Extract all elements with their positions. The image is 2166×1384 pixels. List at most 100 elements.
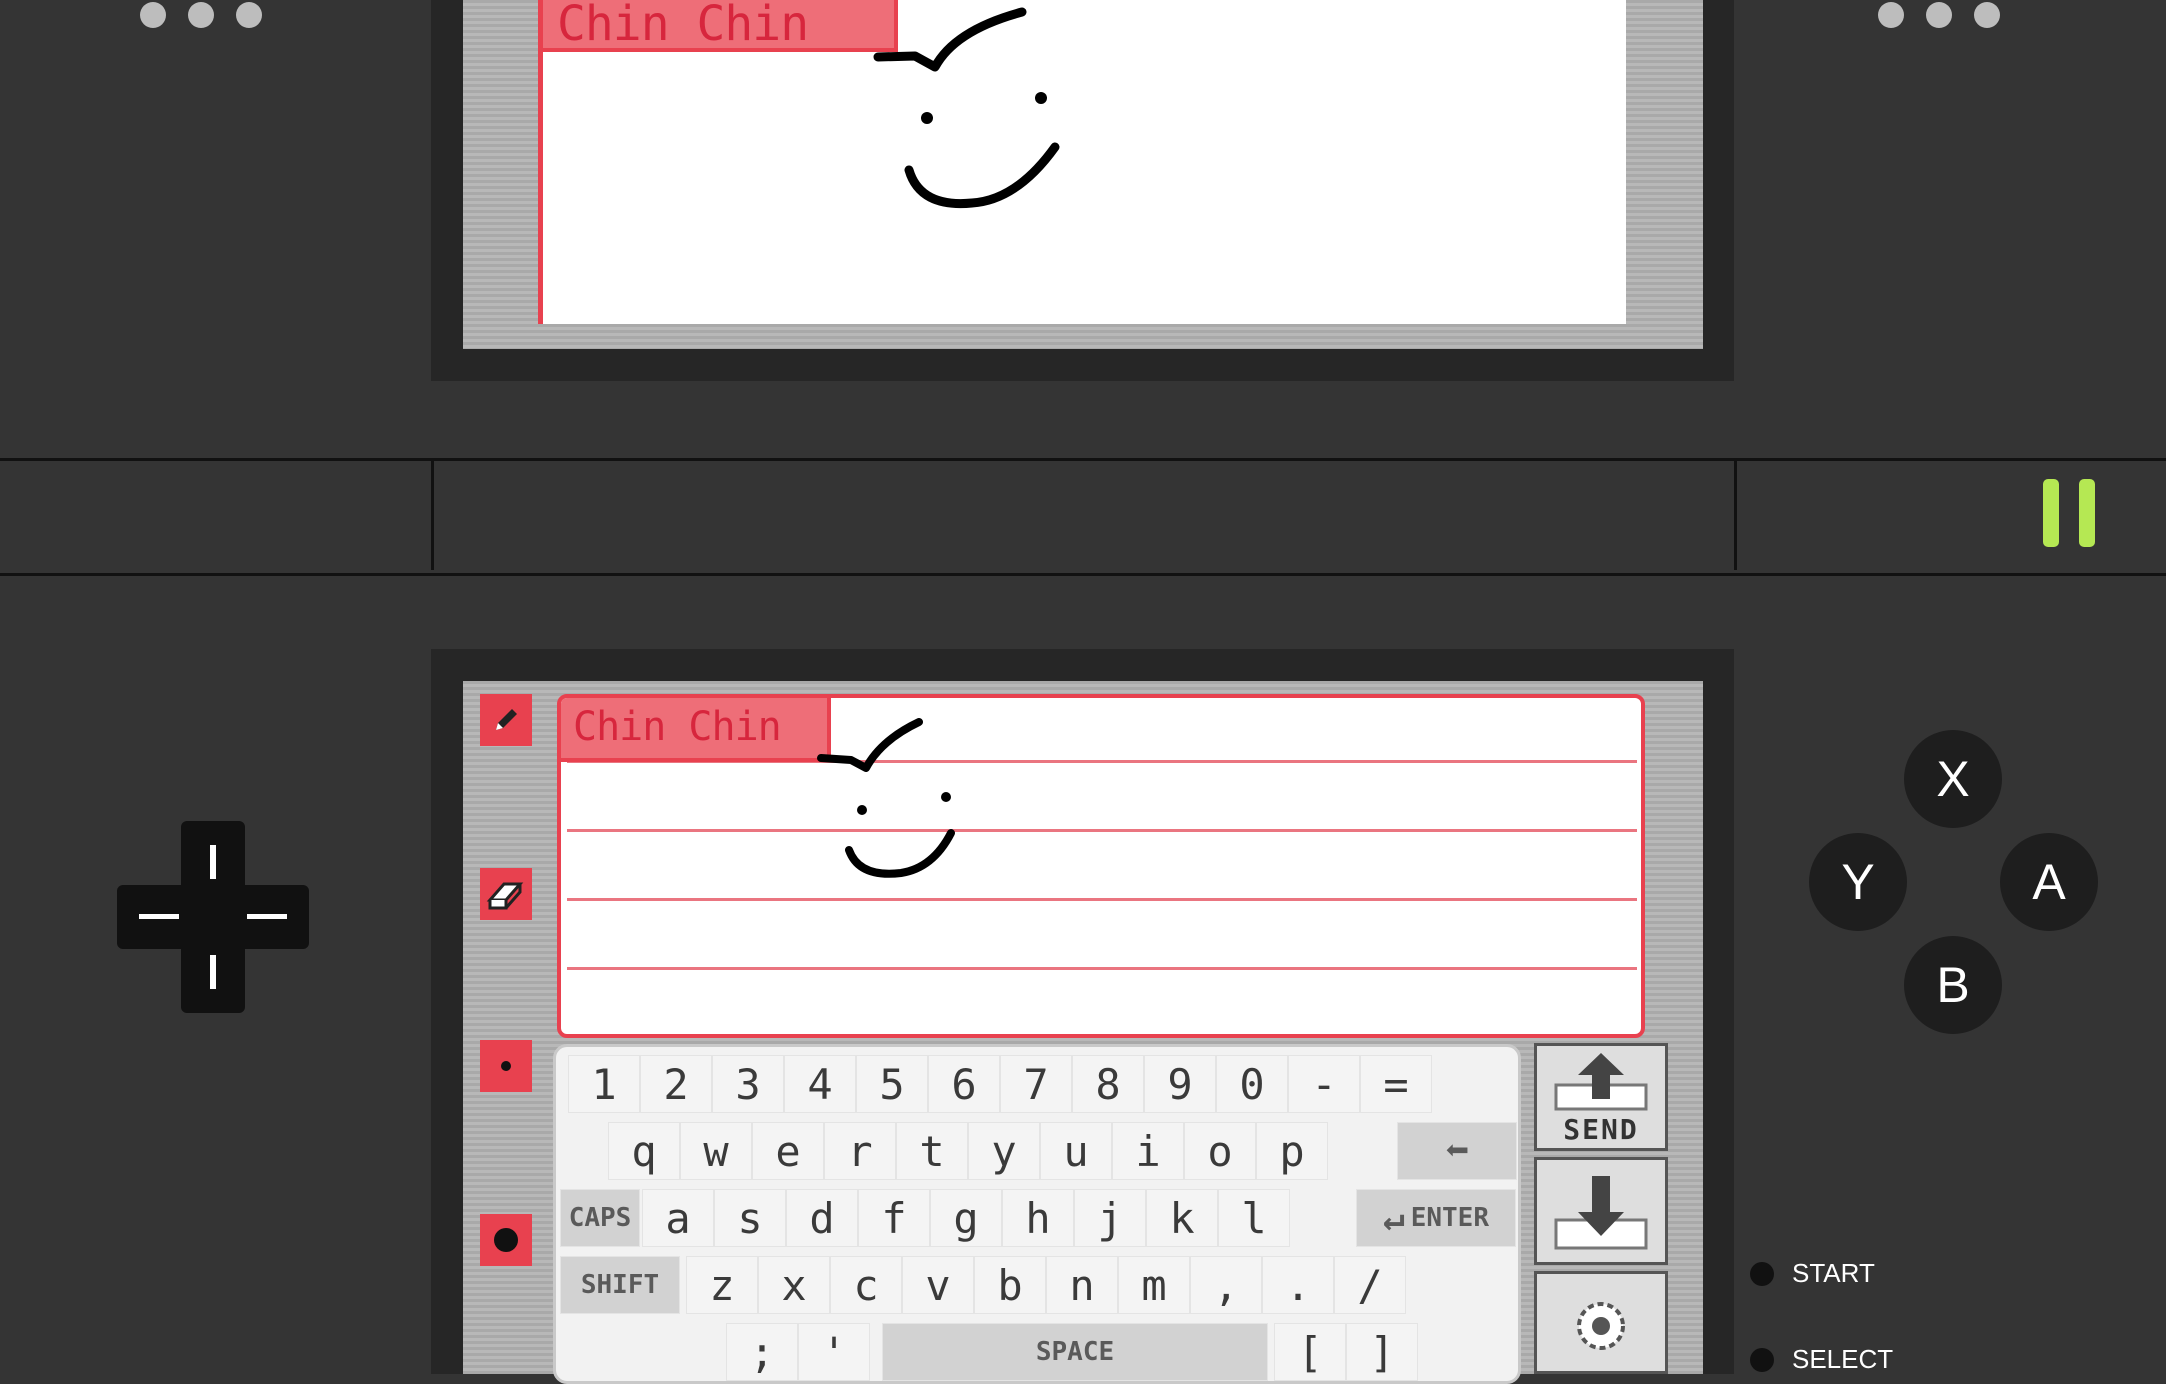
key-row5-0[interactable]: ; xyxy=(726,1323,798,1381)
key-row1-2[interactable]: 3 xyxy=(712,1055,784,1113)
key-row3-5[interactable]: h xyxy=(1002,1189,1074,1247)
menu-dots-right[interactable] xyxy=(1878,2,2000,28)
caps-key[interactable]: CAPS xyxy=(560,1189,640,1247)
gear-icon xyxy=(1577,1301,1625,1350)
pencil-icon xyxy=(496,709,517,730)
start-button[interactable]: START xyxy=(1750,1258,1875,1289)
key-row3-2[interactable]: d xyxy=(786,1189,858,1247)
middle-separator-left xyxy=(431,458,434,570)
key-row3-3[interactable]: f xyxy=(858,1189,930,1247)
key-row2-2[interactable]: e xyxy=(752,1122,824,1180)
key-row3-0[interactable]: a xyxy=(642,1189,714,1247)
send-icon xyxy=(1554,1052,1648,1110)
key-row3-7[interactable]: k xyxy=(1146,1189,1218,1247)
enter-icon: ↵ xyxy=(1383,1197,1405,1239)
key-row4-9[interactable]: / xyxy=(1334,1256,1406,1314)
key-row1-1[interactable]: 2 xyxy=(640,1055,712,1113)
key-row5-1[interactable]: ' xyxy=(798,1323,870,1381)
dpad-up-icon[interactable] xyxy=(210,845,216,879)
key-row3-1[interactable]: s xyxy=(714,1189,786,1247)
y-button[interactable]: Y xyxy=(1809,833,1907,931)
note-canvas[interactable]: Chin Chin xyxy=(557,694,1645,1038)
dot xyxy=(140,2,166,28)
key-row1-9[interactable]: 0 xyxy=(1216,1055,1288,1113)
key-row1-6[interactable]: 7 xyxy=(1000,1055,1072,1113)
a-button[interactable]: A xyxy=(2000,833,2098,931)
pause-icon-bar xyxy=(2043,479,2059,547)
select-button[interactable]: SELECT xyxy=(1750,1344,1893,1375)
x-button[interactable]: X xyxy=(1904,730,2002,828)
key-row4-5[interactable]: n xyxy=(1046,1256,1118,1314)
key-row1-7[interactable]: 8 xyxy=(1072,1055,1144,1113)
menu-dots-left[interactable] xyxy=(140,2,262,28)
dpad[interactable] xyxy=(117,821,309,1013)
enter-key[interactable]: ↵ ENTER xyxy=(1356,1189,1516,1247)
keyboard: 1 2 3 4 5 6 7 8 9 0- = qwertyuiop ⬅ CAPS asdfghjkl… xyxy=(553,1044,1521,1384)
bracket-close-key[interactable]: ] xyxy=(1346,1323,1418,1381)
key-row2-4[interactable]: t xyxy=(896,1122,968,1180)
receive-button[interactable] xyxy=(1534,1157,1668,1265)
key-row3-6[interactable]: j xyxy=(1074,1189,1146,1247)
shift-label: SHIFT xyxy=(580,1270,660,1300)
top-note-title: Chin Chin xyxy=(543,0,898,52)
key-row2-3[interactable]: r xyxy=(824,1122,896,1180)
key-row4-3[interactable]: v xyxy=(902,1256,974,1314)
a-label: A xyxy=(2032,854,2066,910)
key-row2-1[interactable]: w xyxy=(680,1122,752,1180)
b-label: B xyxy=(1936,957,1970,1013)
dpad-left-icon[interactable] xyxy=(139,914,179,919)
settings-button[interactable] xyxy=(1534,1271,1668,1374)
keyboard-row-bottom: z x c v b n m,. / xyxy=(686,1256,1406,1314)
space-key[interactable]: SPACE xyxy=(882,1323,1268,1381)
key-row2-0[interactable]: q xyxy=(608,1122,680,1180)
key-row1-3[interactable]: 4 xyxy=(784,1055,856,1113)
key-row3-8[interactable]: l xyxy=(1218,1189,1290,1247)
eraser-tool-button[interactable] xyxy=(480,868,532,920)
start-label: START xyxy=(1792,1258,1875,1288)
key-row4-4[interactable]: b xyxy=(974,1256,1046,1314)
enter-label: ENTER xyxy=(1410,1203,1489,1233)
key-row2-5[interactable]: y xyxy=(968,1122,1040,1180)
key-row1-0[interactable]: 1 xyxy=(568,1055,640,1113)
backspace-key[interactable]: ⬅ xyxy=(1397,1122,1517,1180)
key-row1-4[interactable]: 5 xyxy=(856,1055,928,1113)
pencil-tool-button[interactable] xyxy=(480,694,532,746)
note-title-text: Chin Chin xyxy=(573,704,782,750)
key-row4-8[interactable]: . xyxy=(1262,1256,1334,1314)
key-row2-6[interactable]: u xyxy=(1040,1122,1112,1180)
dot xyxy=(1974,2,2000,28)
send-button[interactable]: SEND xyxy=(1534,1043,1668,1151)
b-button[interactable]: B xyxy=(1904,936,2002,1034)
key-row1-11[interactable]: = xyxy=(1360,1055,1432,1113)
dpad-down-icon[interactable] xyxy=(210,955,216,989)
key-row2-8[interactable]: o xyxy=(1184,1122,1256,1180)
key-row2-7[interactable]: i xyxy=(1112,1122,1184,1180)
note-line xyxy=(567,898,1637,901)
note-line xyxy=(567,967,1637,970)
dpad-right-icon[interactable] xyxy=(247,914,287,919)
key-row4-0[interactable]: z xyxy=(686,1256,758,1314)
key-row1-10[interactable]: - xyxy=(1288,1055,1360,1113)
key-row4-1[interactable]: x xyxy=(758,1256,830,1314)
top-drawing xyxy=(873,7,1060,209)
small-pen-button[interactable] xyxy=(480,1040,532,1092)
key-row1-8[interactable]: 9 xyxy=(1144,1055,1216,1113)
key-row2-9[interactable]: p xyxy=(1256,1122,1328,1180)
space-label: SPACE xyxy=(1035,1337,1115,1367)
large-pen-button[interactable] xyxy=(480,1214,532,1266)
bracket-open-key[interactable]: [ xyxy=(1274,1323,1346,1381)
eraser-icon xyxy=(486,882,524,910)
key-row3-4[interactable]: g xyxy=(930,1189,1002,1247)
dot xyxy=(236,2,262,28)
middle-separator-right xyxy=(1734,458,1737,570)
key-row4-7[interactable]: , xyxy=(1190,1256,1262,1314)
start-dot xyxy=(1750,1261,1774,1286)
large-pen-icon xyxy=(494,1228,518,1252)
key-row4-2[interactable]: c xyxy=(830,1256,902,1314)
keyboard-row-symbols: ; ' xyxy=(726,1323,870,1381)
key-row1-5[interactable]: 6 xyxy=(928,1055,1000,1113)
pause-button[interactable] xyxy=(2043,479,2095,547)
shift-key[interactable]: SHIFT xyxy=(560,1256,680,1314)
keyboard-row-numbers: 1 2 3 4 5 6 7 8 9 0- = xyxy=(568,1055,1432,1113)
key-row4-6[interactable]: m xyxy=(1118,1256,1190,1314)
